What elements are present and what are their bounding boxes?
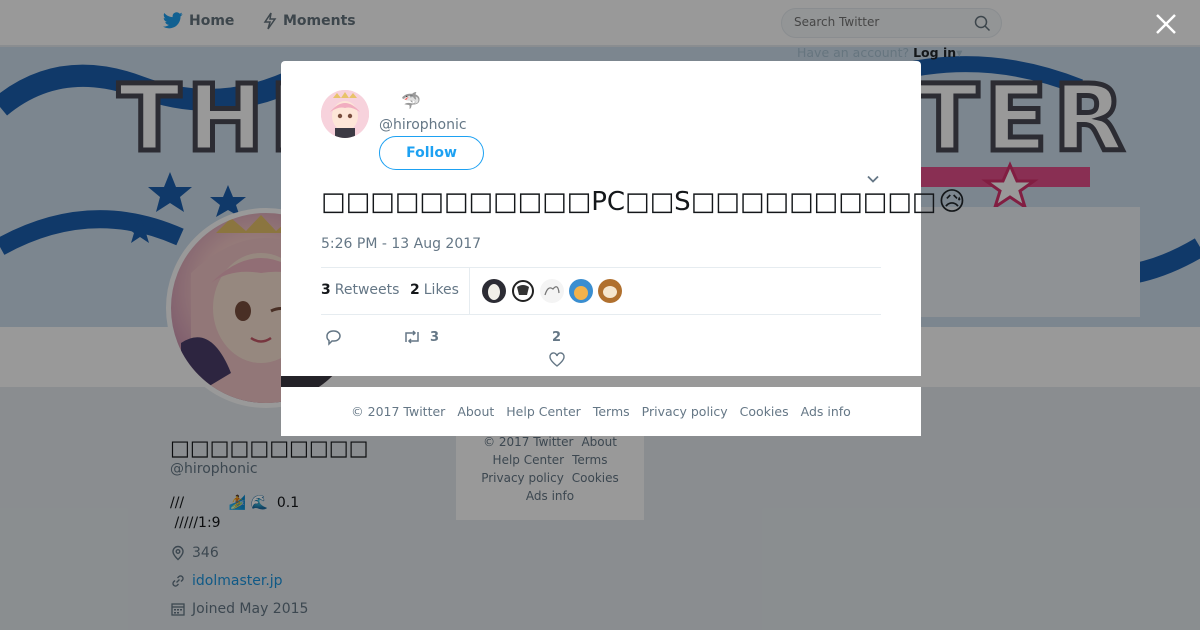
- footer-help[interactable]: Help Center: [506, 404, 581, 419]
- reply-button[interactable]: [324, 328, 342, 346]
- chevron-down-icon[interactable]: [866, 172, 880, 186]
- liker-avatar[interactable]: [569, 279, 593, 303]
- footer-copyright: © 2017 Twitter: [351, 404, 446, 419]
- tweet-text-body: □□□□□□□□□□□PC□□S□□□□□□□□□□: [321, 187, 937, 217]
- sad-emoji: 😥: [938, 187, 966, 217]
- footer-ads[interactable]: Ads info: [801, 404, 851, 419]
- retweets-label: Retweets: [334, 282, 400, 298]
- likes-stat[interactable]: 2 Likes: [410, 282, 459, 298]
- login-prompt: Have an account? Log in▾: [797, 45, 962, 60]
- close-icon[interactable]: [1155, 13, 1177, 35]
- author-avatar-illustration: [321, 90, 369, 138]
- retweet-icon: [405, 330, 419, 344]
- likes-label: Likes: [423, 282, 459, 298]
- tweet-author-handle[interactable]: @hirophonic: [379, 117, 467, 133]
- footer-terms[interactable]: Terms: [593, 404, 630, 419]
- retweet-button[interactable]: 3: [402, 328, 439, 346]
- reply-icon: [326, 330, 341, 346]
- follow-button[interactable]: Follow: [379, 136, 484, 170]
- liker-avatars: [482, 279, 622, 303]
- tweet-modal: 🦈 @hirophonic Follow □□□□□□□□□□□PC□□S□□□…: [281, 61, 965, 376]
- tweet-stats: 3 Retweets 2 Likes: [321, 267, 881, 315]
- login-link[interactable]: Log in: [913, 45, 956, 60]
- likes-count: 2: [410, 282, 420, 298]
- liker-avatar[interactable]: [511, 279, 535, 303]
- modal-footer: © 2017 Twitter About Help Center Terms P…: [281, 387, 921, 436]
- shark-emoji: 🦈: [401, 91, 421, 110]
- tweet-actions: 3 2: [321, 326, 881, 371]
- footer-about[interactable]: About: [457, 404, 494, 419]
- retweet-action-count: 3: [430, 329, 440, 345]
- tweet-text: □□□□□□□□□□□PC□□S□□□□□□□□□□ 😥: [321, 187, 965, 217]
- liker-avatar[interactable]: [598, 279, 622, 303]
- stats-divider: [469, 268, 470, 315]
- have-account-text: Have an account?: [797, 45, 910, 60]
- heart-icon[interactable]: [549, 352, 565, 367]
- like-action-count: 2: [552, 330, 562, 345]
- tweet-author-avatar[interactable]: [321, 90, 369, 138]
- liker-avatar[interactable]: [540, 279, 564, 303]
- retweets-count: 3: [321, 282, 331, 298]
- footer-cookies[interactable]: Cookies: [740, 404, 789, 419]
- footer-privacy[interactable]: Privacy policy: [642, 404, 728, 419]
- tweet-timestamp[interactable]: 5:26 PM - 13 Aug 2017: [321, 236, 481, 252]
- retweets-stat[interactable]: 3 Retweets: [321, 282, 399, 298]
- liker-avatar[interactable]: [482, 279, 506, 303]
- caret-down-icon: ▾: [956, 45, 963, 60]
- tweet-author-name[interactable]: 🦈: [379, 91, 421, 110]
